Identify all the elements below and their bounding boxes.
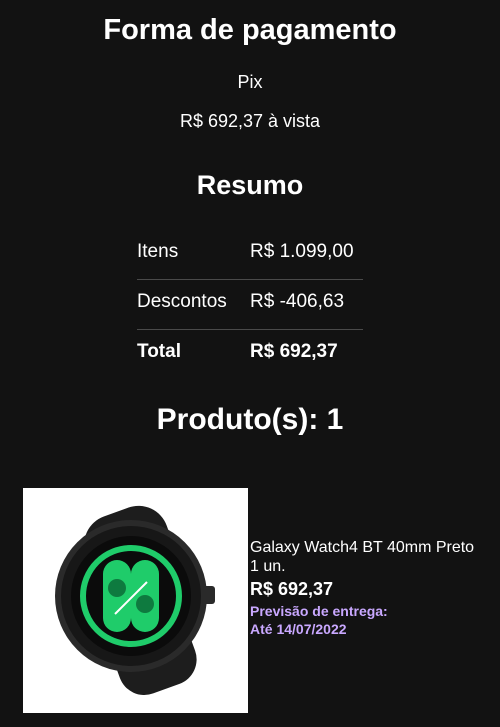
product-info: Galaxy Watch4 BT 40mm Preto 1 un. R$ 692…: [250, 538, 495, 638]
summary-row-total: Total R$ 692,37: [137, 330, 363, 379]
summary-row-label: Descontos: [137, 291, 227, 312]
summary-row-value: R$ 1.099,00: [250, 241, 354, 262]
summary-row-value: R$ 692,37: [250, 341, 338, 362]
product-price: R$ 692,37: [250, 579, 334, 599]
delivery-date: Até 14/07/2022: [250, 621, 347, 637]
product-image[interactable]: [23, 488, 248, 713]
summary-row-value: R$ -406,63: [250, 291, 345, 312]
summary-row-label: Itens: [137, 241, 179, 262]
summary-row-label: Total: [137, 341, 181, 362]
payment-title: Forma de pagamento: [103, 14, 397, 46]
payment-amount: R$ 692,37 à vista: [179, 111, 321, 131]
summary-title: Resumo: [196, 170, 304, 200]
summary-row-items: Itens R$ 1.099,00: [137, 230, 363, 280]
summary-table: Itens R$ 1.099,00 Descontos R$ -406,63 T…: [137, 230, 363, 379]
product-name[interactable]: Galaxy Watch4 BT 40mm Preto: [250, 538, 495, 557]
products-title: Produto(s): 1: [156, 403, 344, 436]
payment-method: Pix: [237, 72, 263, 92]
smartwatch-icon: [55, 505, 215, 696]
delivery-label: Previsão de entrega:: [250, 603, 388, 619]
summary-row-discounts: Descontos R$ -406,63: [137, 280, 363, 330]
product-quantity: 1 un.: [250, 558, 286, 575]
